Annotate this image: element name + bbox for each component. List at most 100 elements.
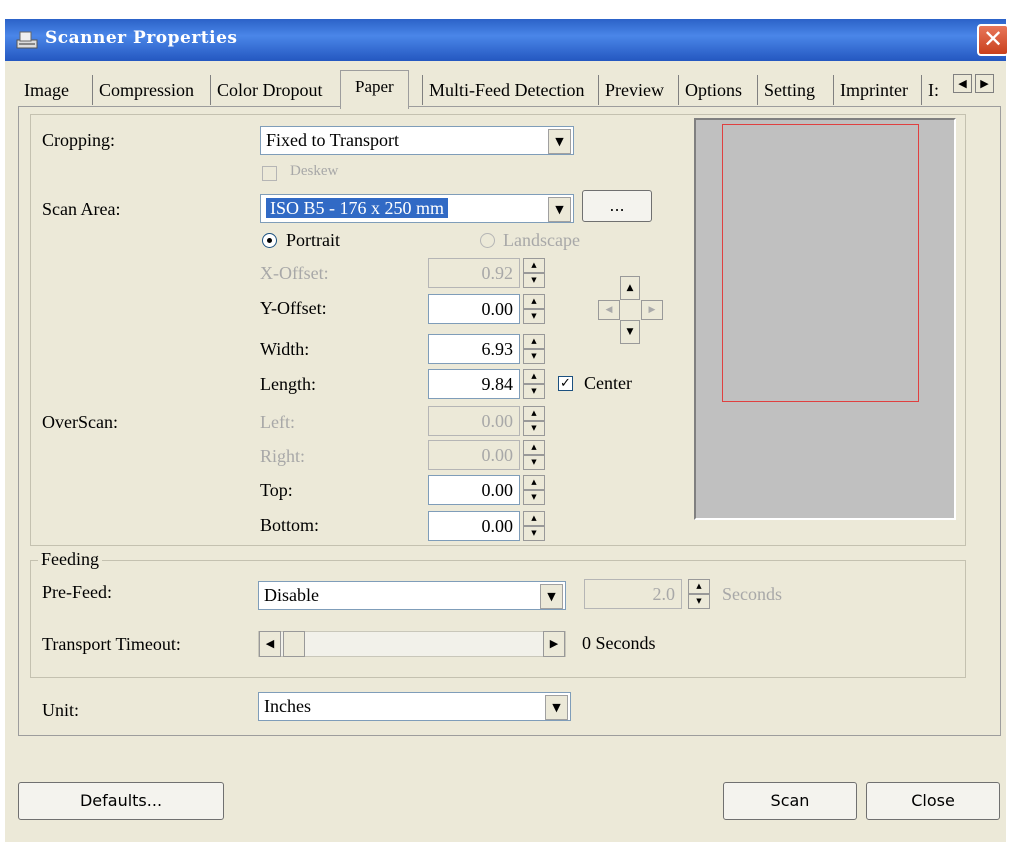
spin-up-icon[interactable]: ▲ [523,334,545,349]
tab-strip: Image Compression Color Dropout Paper Mu… [18,70,1003,109]
spin-down-icon[interactable]: ▼ [523,526,545,541]
scan-area-select[interactable]: ISO B5 - 176 x 250 mm ▼ [260,194,574,223]
portrait-radio[interactable] [262,233,277,248]
spin-up-icon[interactable]: ▲ [523,369,545,384]
y-offset-label: Y-Offset: [260,298,327,318]
width-input[interactable]: 6.93 [428,334,520,364]
spin-up-icon[interactable]: ▲ [523,258,545,273]
spin-down-icon[interactable]: ▼ [523,384,545,399]
tab-options[interactable]: Options [678,75,742,105]
width-label: Width: [260,339,310,359]
spin-up-icon[interactable]: ▲ [523,294,545,309]
spin-down-icon[interactable]: ▼ [523,349,545,364]
scan-area-browse-button[interactable]: ... [582,190,652,222]
window-title: Scanner Properties [45,28,238,48]
spin-down-icon[interactable]: ▼ [523,421,545,436]
spin-up-icon[interactable]: ▲ [523,406,545,421]
landscape-radio[interactable] [480,233,495,248]
x-offset-label: X-Offset: [260,263,329,283]
length-input[interactable]: 9.84 [428,369,520,399]
overscan-bottom-label: Bottom: [260,515,320,535]
y-offset-input[interactable]: 0.00 [428,294,520,324]
overscan-right-input[interactable]: 0.00 [428,440,520,470]
y-offset-spinner[interactable]: ▲ ▼ [523,294,545,324]
spin-up-icon[interactable]: ▲ [523,440,545,455]
slider-thumb[interactable] [283,631,305,657]
spin-up-icon[interactable]: ▲ [523,475,545,490]
move-left-icon[interactable]: ◀ [598,300,620,320]
x-offset-input[interactable]: 0.92 [428,258,520,288]
feeding-group [30,560,966,678]
spin-down-icon[interactable]: ▼ [688,594,710,609]
scan-button[interactable]: Scan [723,782,857,820]
chevron-down-icon[interactable]: ▼ [548,197,571,222]
tab-color-dropout[interactable]: Color Dropout [210,75,323,105]
overscan-left-spinner[interactable]: ▲ ▼ [523,406,545,436]
length-spinner[interactable]: ▲ ▼ [523,369,545,399]
cropping-select[interactable]: Fixed to Transport ▼ [260,126,574,155]
scan-area-preview[interactable] [694,118,956,520]
landscape-label: Landscape [503,230,580,250]
cropping-label: Cropping: [42,130,116,150]
prefeed-seconds-label: Seconds [722,584,782,604]
scan-area-label: Scan Area: [42,199,121,219]
overscan-left-input[interactable]: 0.00 [428,406,520,436]
overscan-bottom-spinner[interactable]: ▲ ▼ [523,511,545,541]
tab-imprinter[interactable]: Imprinter [833,75,908,105]
feeding-group-title: Feeding [38,549,102,570]
spin-up-icon[interactable]: ▲ [688,579,710,594]
defaults-button[interactable]: Defaults... [18,782,224,820]
move-up-icon[interactable]: ▲ [620,276,640,300]
unit-label: Unit: [42,700,80,720]
spin-down-icon[interactable]: ▼ [523,309,545,324]
overscan-top-spinner[interactable]: ▲ ▼ [523,475,545,505]
chevron-down-icon[interactable]: ▼ [540,584,563,609]
tab-paper[interactable]: Paper [340,70,409,109]
tab-scroll-left-icon[interactable]: ◀ [953,74,972,93]
overscan-label: OverScan: [42,412,118,432]
unit-value: Inches [264,696,311,716]
overscan-bottom-input[interactable]: 0.00 [428,511,520,541]
tab-compression[interactable]: Compression [92,75,194,105]
overscan-top-input[interactable]: 0.00 [428,475,520,505]
overscan-right-spinner[interactable]: ▲ ▼ [523,440,545,470]
scanner-app-icon [16,31,38,49]
deskew-checkbox[interactable] [262,166,277,181]
spin-down-icon[interactable]: ▼ [523,490,545,505]
unit-select[interactable]: Inches ▼ [258,692,571,721]
tab-scroll-right-icon[interactable]: ▶ [975,74,994,93]
prefeed-seconds-spinner[interactable]: ▲ ▼ [688,579,710,609]
move-down-icon[interactable]: ▼ [620,320,640,344]
spin-down-icon[interactable]: ▼ [523,273,545,288]
prefeed-seconds-input[interactable]: 2.0 [584,579,682,609]
spin-up-icon[interactable]: ▲ [523,511,545,526]
spin-down-icon[interactable]: ▼ [523,455,545,470]
tab-preview[interactable]: Preview [598,75,664,105]
overscan-left-label: Left: [260,412,295,432]
width-spinner[interactable]: ▲ ▼ [523,334,545,364]
move-right-icon[interactable]: ▶ [641,300,663,320]
transport-timeout-slider[interactable]: ◀ ▶ [258,631,566,657]
prefeed-select[interactable]: Disable ▼ [258,581,566,610]
cropping-value: Fixed to Transport [266,130,400,150]
deskew-label: Deskew [290,163,339,179]
scroll-right-icon[interactable]: ▶ [543,631,565,657]
x-offset-spinner[interactable]: ▲ ▼ [523,258,545,288]
transport-timeout-value: 0 Seconds [582,633,656,653]
tab-multi-feed-detection[interactable]: Multi-Feed Detection [422,75,584,105]
tab-setting[interactable]: Setting [757,75,815,105]
close-window-icon[interactable]: ✕ [977,24,1009,56]
prefeed-label: Pre-Feed: [42,582,112,602]
tab-image[interactable]: Image [18,75,69,105]
length-label: Length: [260,374,316,394]
chevron-down-icon[interactable]: ▼ [548,129,571,154]
scroll-left-icon[interactable]: ◀ [259,631,281,657]
chevron-down-icon[interactable]: ▼ [545,695,568,720]
close-button[interactable]: Close [866,782,1000,820]
center-label: Center [584,373,632,393]
transport-timeout-label: Transport Timeout: [42,634,181,654]
overscan-right-label: Right: [260,446,306,466]
center-checkbox[interactable]: ✓ [558,376,573,391]
scan-area-outline [722,124,919,402]
scan-area-value: ISO B5 - 176 x 250 mm [266,198,449,218]
